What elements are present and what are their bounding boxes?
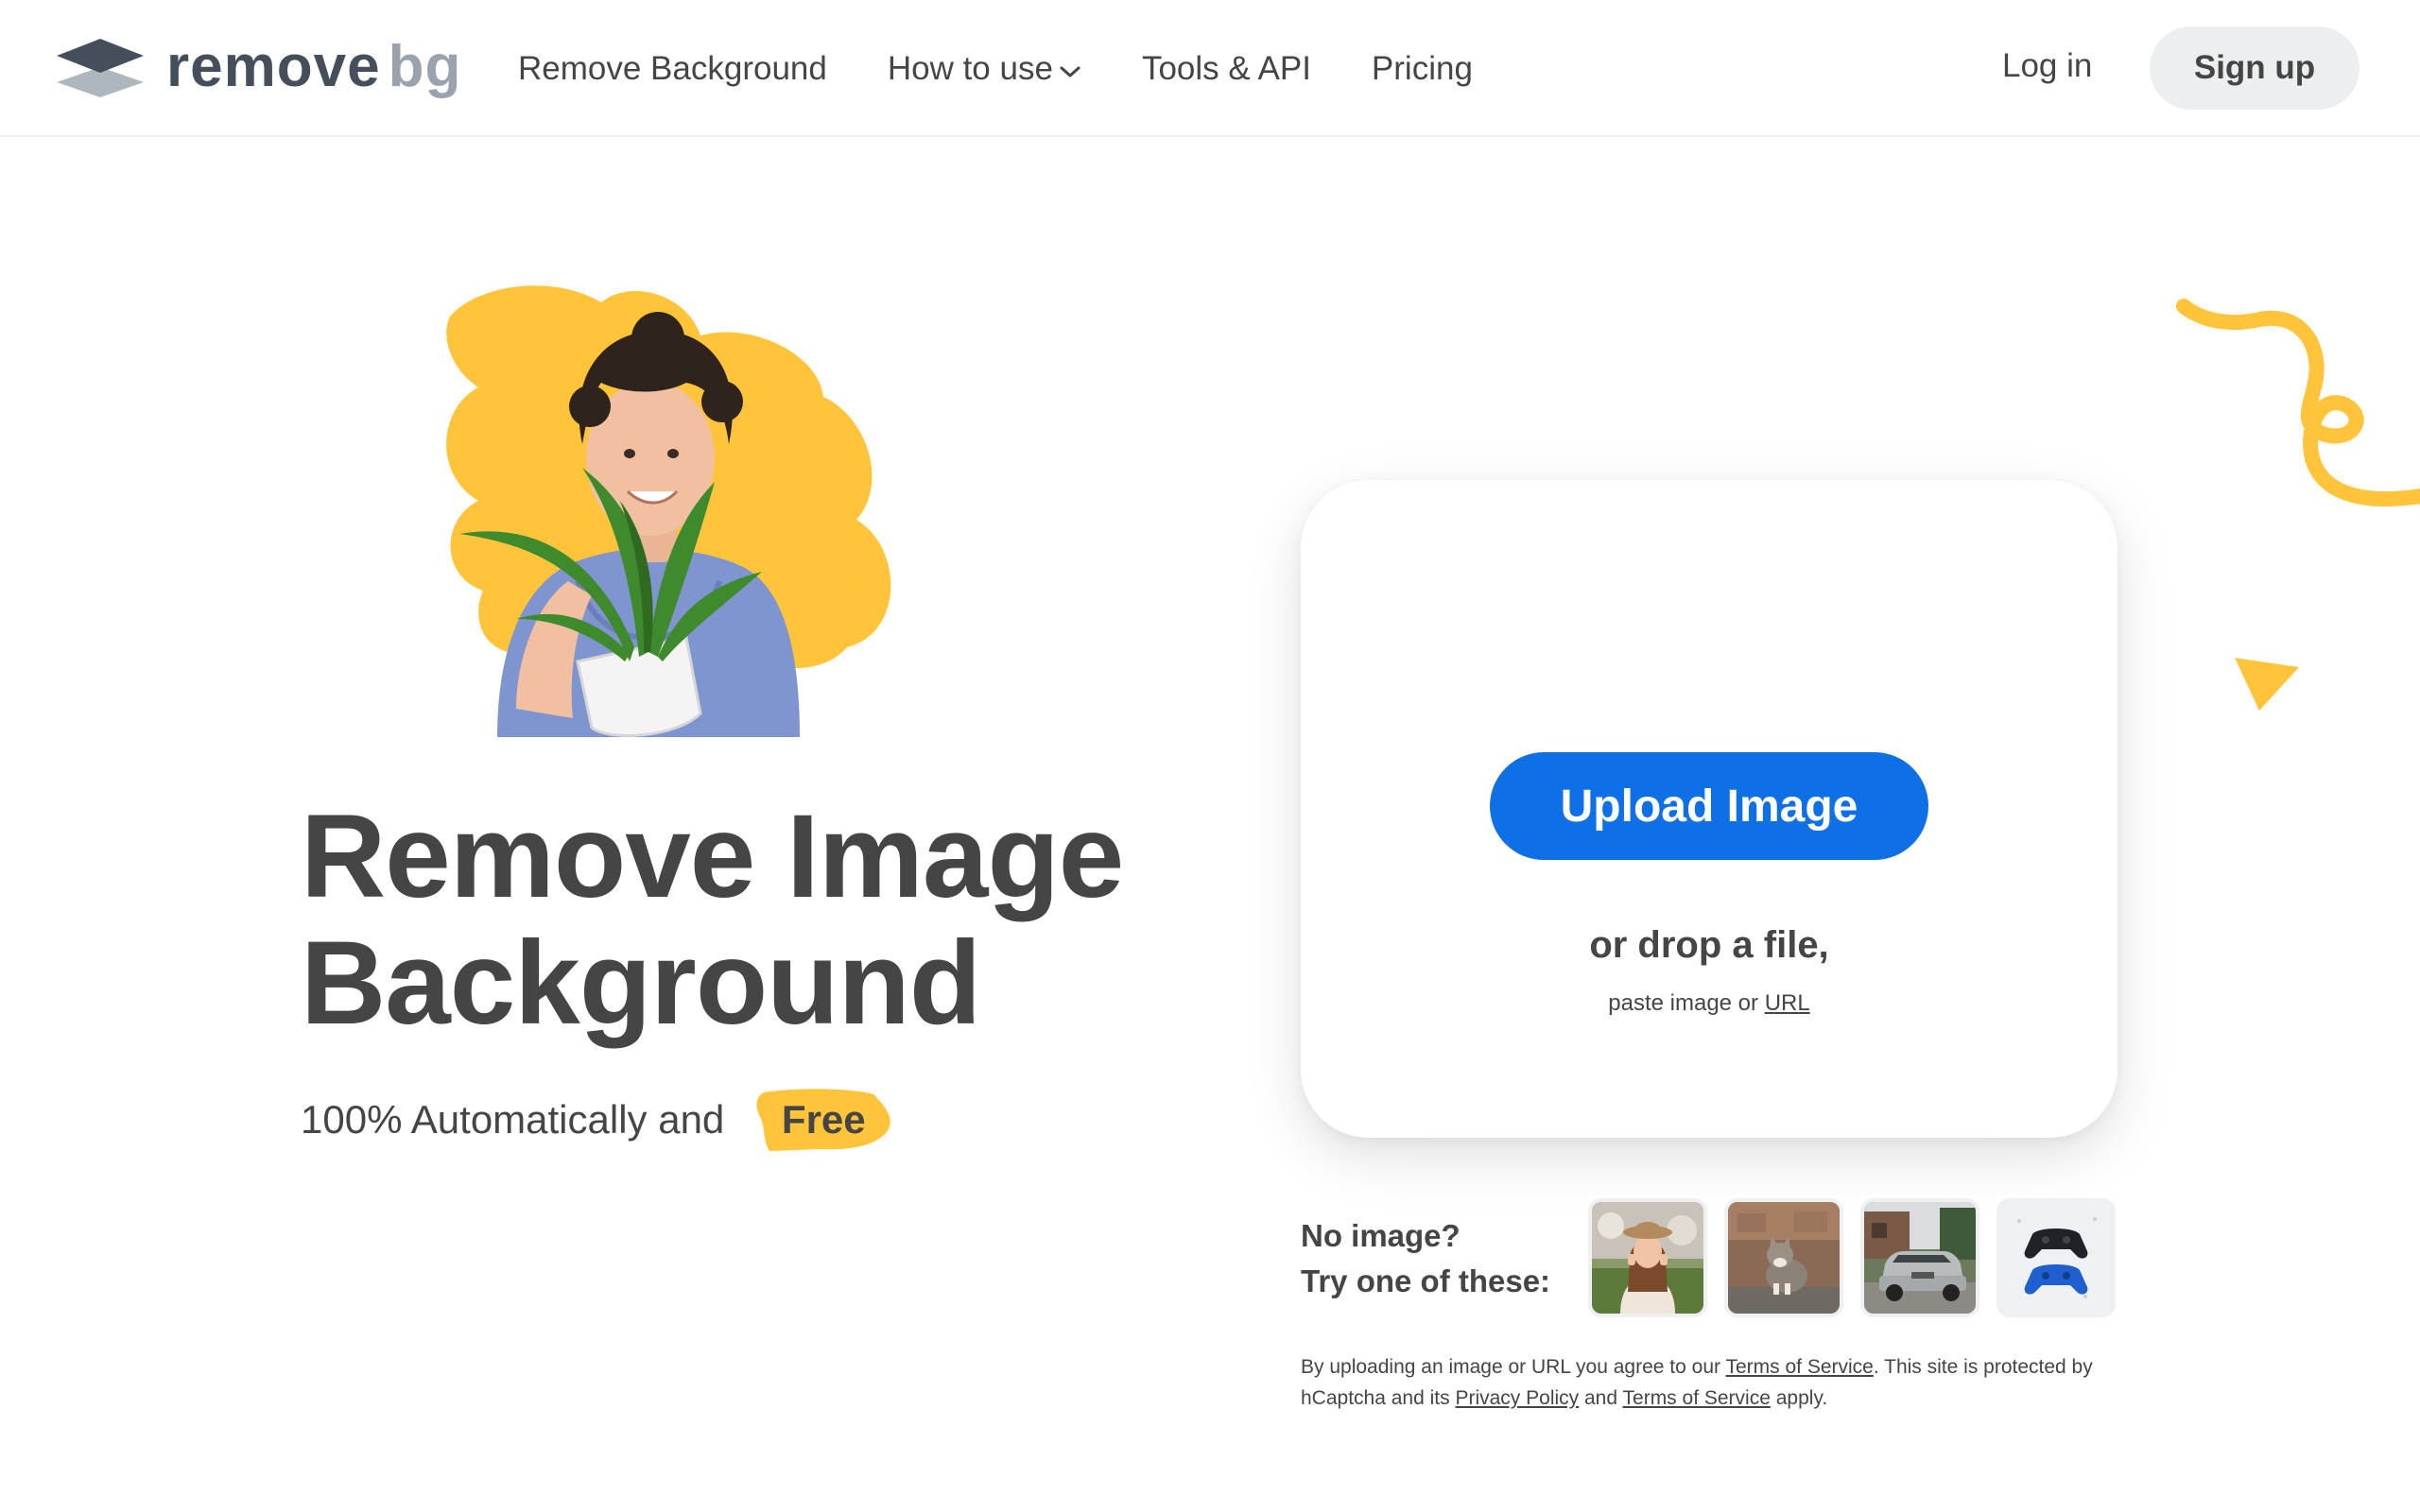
nav-pricing[interactable]: Pricing: [1372, 50, 1473, 88]
sample-image-gamepads[interactable]: [1996, 1198, 2116, 1317]
hero-title-line-1: Remove Image: [301, 791, 1124, 922]
nav-item-label: Pricing: [1371, 50, 1473, 87]
sample-image-woman[interactable]: [1588, 1198, 1707, 1317]
drop-file-text: or drop a file,: [1589, 924, 1829, 966]
samples-label-line-2: Try one of these:: [1301, 1263, 1551, 1298]
nav-item-label: Tools & API: [1141, 50, 1311, 87]
nav-item-label: Remove Background: [518, 50, 827, 87]
upload-card[interactable]: Upload Image or drop a file, paste image…: [1301, 480, 2118, 1138]
legal-text: and: [1584, 1387, 1618, 1409]
upload-image-button[interactable]: Upload Image: [1490, 752, 1928, 860]
sample-image-cat[interactable]: [1724, 1198, 1843, 1317]
hero-title: Remove Image Background: [301, 794, 1227, 1047]
sample-image-car[interactable]: [1860, 1198, 1979, 1317]
gamepads-photo-icon: [2000, 1202, 2112, 1314]
privacy-policy-link[interactable]: Privacy Policy: [1455, 1387, 1579, 1409]
paste-hint: paste image or URL: [1301, 990, 2118, 1017]
chevron-down-icon: [1060, 66, 1080, 77]
main-nav: Remove Background How to use Tools & API…: [518, 42, 1533, 96]
login-link[interactable]: Log in: [2002, 47, 2092, 85]
terms-of-service-link[interactable]: Terms of Service: [1623, 1387, 1771, 1409]
nav-tools-api[interactable]: Tools & API: [1142, 50, 1311, 88]
samples-label-line-1: No image?: [1301, 1218, 1461, 1253]
legal-text: apply.: [1775, 1387, 1828, 1409]
legal-text: By uploading an image or URL you agree t…: [1301, 1356, 1720, 1378]
paste-hint-text: paste image or: [1608, 990, 1759, 1016]
nav-item-label: How to use: [887, 50, 1053, 87]
hero-illustration: [446, 285, 891, 737]
hero-subtitle-text: 100% Automatically and: [301, 1097, 725, 1142]
hero-subtitle: 100% Automatically and Free: [301, 1085, 894, 1155]
hero-title-line-2: Background: [301, 918, 981, 1049]
logo[interactable]: remove bg: [57, 34, 461, 100]
terms-of-service-link[interactable]: Terms of Service: [1725, 1356, 1873, 1378]
site-header: remove bg Remove Background How to use To…: [0, 0, 2420, 137]
free-badge-label: Free: [781, 1097, 866, 1142]
nav-remove-background[interactable]: Remove Background: [518, 50, 827, 88]
layers-logo-icon: [57, 39, 144, 97]
woman-photo-icon: [1592, 1202, 1703, 1314]
url-link[interactable]: URL: [1765, 990, 1810, 1016]
signup-button[interactable]: Sign up: [2150, 26, 2360, 110]
samples-label: No image? Try one of these:: [1301, 1213, 1550, 1304]
car-photo-icon: [1864, 1202, 1976, 1314]
cat-photo-icon: [1728, 1202, 1840, 1314]
logo-wordmark: remove bg: [166, 34, 462, 99]
legal-notice: By uploading an image or URL you agree t…: [1301, 1351, 2133, 1414]
sample-images: [1588, 1198, 2133, 1317]
free-badge: Free: [752, 1085, 894, 1155]
squiggle-decoration-icon: [2176, 299, 2420, 507]
nav-how-to-use[interactable]: How to use: [888, 50, 1081, 88]
triangle-decoration-icon: [2235, 658, 2299, 711]
